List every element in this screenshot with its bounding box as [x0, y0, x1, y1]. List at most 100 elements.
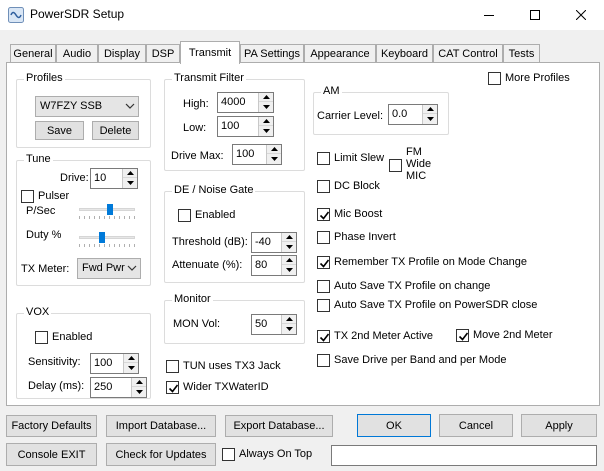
move-2nd-meter-checkbox[interactable]	[456, 329, 469, 342]
checkmark-icon	[168, 384, 179, 393]
mon-vol-stepper[interactable]: 50	[251, 314, 297, 335]
tx-2nd-meter-checkbox[interactable]	[317, 330, 330, 343]
more-profiles-checkbox[interactable]	[488, 72, 501, 85]
spin-down-icon[interactable]	[259, 126, 273, 135]
filter-low-stepper[interactable]: 100	[217, 116, 274, 137]
spin-up-icon[interactable]	[124, 354, 138, 363]
save-drive-checkbox[interactable]	[317, 354, 330, 367]
spin-down-icon[interactable]	[123, 178, 137, 187]
slider-thumb[interactable]	[107, 204, 113, 215]
remember-tx-profile-checkbox[interactable]	[317, 256, 330, 269]
export-database-button[interactable]: Export Database...	[225, 415, 333, 437]
move-2nd-meter-label: Move 2nd Meter	[473, 329, 553, 341]
spin-down-icon[interactable]	[423, 114, 437, 123]
pulser-label: Pulser	[38, 190, 70, 202]
spin-down-icon[interactable]	[124, 363, 138, 372]
cancel-button[interactable]: Cancel	[439, 414, 513, 437]
mic-boost-checkbox[interactable]	[317, 208, 330, 221]
pulser-checkbox[interactable]	[21, 190, 34, 203]
delay-stepper[interactable]: 250	[90, 377, 147, 398]
always-on-top-checkbox[interactable]	[222, 448, 235, 461]
slider-thumb[interactable]	[99, 232, 105, 243]
noise-gate-enabled-label: Enabled	[195, 209, 236, 221]
phase-invert-checkbox[interactable]	[317, 231, 330, 244]
drive-max-stepper[interactable]: 100	[232, 144, 282, 165]
vox-group-title: VOX	[24, 306, 52, 318]
spin-up-icon[interactable]	[282, 233, 296, 242]
transmit-filter-group-title: Transmit Filter	[172, 72, 246, 84]
apply-button[interactable]: Apply	[521, 414, 597, 437]
carrier-level-label: Carrier Level:	[317, 110, 384, 122]
spin-down-icon[interactable]	[282, 324, 296, 333]
fm-wide-mic-checkbox[interactable]	[389, 159, 402, 172]
tx-meter-select[interactable]: Fwd Pwr	[77, 258, 141, 279]
always-on-top-label: Always On Top	[239, 448, 313, 460]
app-icon	[8, 7, 24, 23]
maximize-icon	[530, 10, 540, 20]
spin-up-icon[interactable]	[259, 117, 273, 126]
factory-defaults-button[interactable]: Factory Defaults	[6, 415, 97, 437]
minimize-button[interactable]	[466, 0, 512, 30]
autosave-close-checkbox[interactable]	[317, 299, 330, 312]
noise-gate-enabled-checkbox[interactable]	[178, 209, 191, 222]
tab-appearance[interactable]: Appearance	[304, 44, 376, 63]
save-drive-label: Save Drive per Band and per Mode	[334, 354, 507, 366]
check-updates-button[interactable]: Check for Updates	[106, 443, 216, 466]
spin-down-icon[interactable]	[259, 102, 273, 111]
tab-keyboard[interactable]: Keyboard	[376, 44, 433, 63]
autosave-close-label: Auto Save TX Profile on PowerSDR close	[334, 299, 538, 311]
spin-up-icon[interactable]	[267, 145, 281, 154]
status-textbox[interactable]	[331, 445, 597, 466]
spin-up-icon[interactable]	[132, 378, 146, 387]
filter-high-stepper[interactable]: 4000	[217, 92, 274, 113]
limit-slew-label: Limit Slew	[334, 152, 385, 164]
tab-transmit[interactable]: Transmit	[180, 41, 240, 64]
spin-up-icon[interactable]	[123, 169, 137, 178]
spin-up-icon[interactable]	[423, 105, 437, 114]
dc-block-label: DC Block	[334, 180, 380, 192]
threshold-stepper[interactable]: -40	[251, 232, 297, 253]
console-exit-button[interactable]: Console EXIT	[6, 443, 97, 466]
profile-save-button[interactable]: Save	[35, 121, 84, 140]
duty-slider[interactable]	[79, 232, 135, 247]
spin-down-icon[interactable]	[267, 154, 281, 163]
spin-up-icon[interactable]	[282, 256, 296, 265]
sensitivity-stepper[interactable]: 100	[90, 353, 139, 374]
spin-down-icon[interactable]	[282, 242, 296, 251]
spin-down-icon[interactable]	[132, 387, 146, 396]
tune-group-title: Tune	[24, 153, 53, 165]
tab-pa-settings[interactable]: PA Settings	[240, 44, 304, 63]
drive-max-label: Drive Max:	[171, 150, 224, 162]
tab-cat-control[interactable]: CAT Control	[433, 44, 503, 63]
drive-stepper[interactable]: 10	[90, 168, 138, 189]
autosave-change-checkbox[interactable]	[317, 280, 330, 293]
dc-block-checkbox[interactable]	[317, 180, 330, 193]
import-database-button[interactable]: Import Database...	[106, 415, 216, 437]
tab-tests[interactable]: Tests	[503, 44, 540, 63]
tun-uses-tx3-checkbox[interactable]	[166, 360, 179, 373]
wider-txwater-checkbox[interactable]	[166, 381, 179, 394]
spin-up-icon[interactable]	[259, 93, 273, 102]
maximize-button[interactable]	[512, 0, 558, 30]
profile-select[interactable]: W7FZY SSB	[35, 96, 139, 117]
attenuate-stepper[interactable]: 80	[251, 255, 297, 276]
title-bar[interactable]: PowerSDR Setup	[0, 0, 604, 30]
tab-general[interactable]: General	[10, 44, 56, 63]
carrier-level-stepper[interactable]: 0.0	[388, 104, 438, 125]
psec-slider[interactable]	[79, 204, 135, 219]
tab-display[interactable]: Display	[98, 44, 146, 63]
close-button[interactable]	[558, 0, 604, 30]
more-profiles-label: More Profiles	[505, 72, 570, 84]
spin-down-icon[interactable]	[282, 265, 296, 274]
attenuate-label: Attenuate (%):	[172, 259, 243, 271]
psec-label: P/Sec	[26, 205, 56, 217]
tun-uses-tx3-label: TUN uses TX3 Jack	[183, 360, 281, 372]
tab-audio[interactable]: Audio	[56, 44, 98, 63]
checkmark-icon	[458, 332, 469, 341]
tab-dsp[interactable]: DSP	[146, 44, 180, 63]
vox-enabled-checkbox[interactable]	[35, 331, 48, 344]
ok-button[interactable]: OK	[357, 414, 431, 437]
limit-slew-checkbox[interactable]	[317, 152, 330, 165]
spin-up-icon[interactable]	[282, 315, 296, 324]
profile-delete-button[interactable]: Delete	[92, 121, 139, 140]
